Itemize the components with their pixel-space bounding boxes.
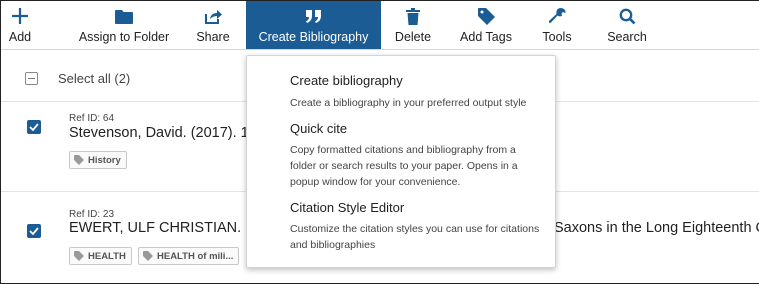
tag-label: HEALTH of mili... — [157, 250, 234, 262]
tag-chip[interactable]: History — [69, 151, 127, 169]
menu-item-description: Copy formatted citations and bibliograph… — [290, 144, 518, 188]
share-label: Share — [196, 30, 230, 44]
menu-item-description: Create a bibliography in your preferred … — [290, 97, 527, 109]
tag-icon — [477, 5, 495, 27]
toolbar: Add Assign to Folder Share Create Biblio… — [1, 1, 759, 50]
add-button[interactable]: Add — [1, 1, 39, 49]
ref-id: Ref ID: 23 — [69, 209, 115, 220]
create-bibliography-label: Create Bibliography — [258, 30, 369, 44]
tools-label: Tools — [542, 30, 572, 44]
bibliography-dropdown-menu: Create bibliography Create a bibliograph… — [246, 55, 556, 268]
share-icon — [204, 5, 223, 27]
add-label: Add — [8, 30, 32, 44]
select-all-row[interactable]: Select all (2) — [25, 71, 130, 86]
menu-item-title: Citation Style Editor — [290, 200, 405, 215]
citation-text[interactable]: EWERT, ULF CHRISTIAN. (20 — [69, 220, 266, 236]
select-all-checkbox[interactable] — [25, 72, 38, 85]
app-frame: Add Assign to Folder Share Create Biblio… — [0, 0, 759, 284]
menu-item-quick-cite[interactable]: Quick cite Copy formatted citations and … — [290, 121, 538, 190]
trash-icon — [406, 5, 420, 27]
tag-label: History — [88, 154, 121, 166]
search-label: Search — [607, 30, 647, 44]
plus-icon — [11, 5, 29, 27]
add-tags-button[interactable]: Add Tags — [453, 1, 519, 49]
tag-chip[interactable]: HEALTH — [69, 247, 132, 265]
citation-text[interactable]: Stevenson, David. (2017). 19 — [69, 125, 257, 141]
tools-button[interactable]: Tools — [536, 1, 578, 49]
menu-item-citation-style-editor[interactable]: Citation Style Editor Customize the cita… — [290, 200, 555, 253]
assign-to-folder-button[interactable]: Assign to Folder — [63, 1, 185, 49]
citation-text-tail[interactable]: Saxons in the Long Eighteenth C — [554, 220, 759, 236]
search-icon — [619, 5, 636, 27]
menu-item-create-bibliography[interactable]: Create bibliography Create a bibliograph… — [290, 73, 538, 111]
delete-button[interactable]: Delete — [390, 1, 436, 49]
wrench-icon — [548, 5, 566, 27]
delete-label: Delete — [394, 30, 432, 44]
menu-item-description: Customize the citation styles you can us… — [290, 223, 540, 251]
ref-id: Ref ID: 64 — [69, 113, 115, 124]
menu-item-title: Create bibliography — [290, 73, 403, 88]
tag-icon — [143, 251, 153, 261]
tag-icon — [74, 155, 84, 165]
create-bibliography-button[interactable]: Create Bibliography — [246, 1, 381, 49]
check-icon — [29, 123, 39, 131]
item-checkbox[interactable] — [27, 224, 41, 238]
tag-chip[interactable]: HEALTH of mili... — [138, 247, 240, 265]
tag-label: HEALTH — [88, 250, 126, 262]
folder-icon — [115, 5, 133, 27]
tag-icon — [74, 251, 84, 261]
item-checkbox[interactable] — [27, 120, 41, 134]
check-icon — [29, 227, 39, 235]
search-button[interactable]: Search — [605, 1, 649, 49]
quote-icon — [305, 5, 323, 27]
assign-to-folder-label: Assign to Folder — [78, 30, 170, 44]
select-all-label: Select all (2) — [58, 71, 131, 86]
add-tags-label: Add Tags — [460, 30, 512, 44]
share-button[interactable]: Share — [191, 1, 235, 49]
menu-item-title: Quick cite — [290, 121, 348, 136]
